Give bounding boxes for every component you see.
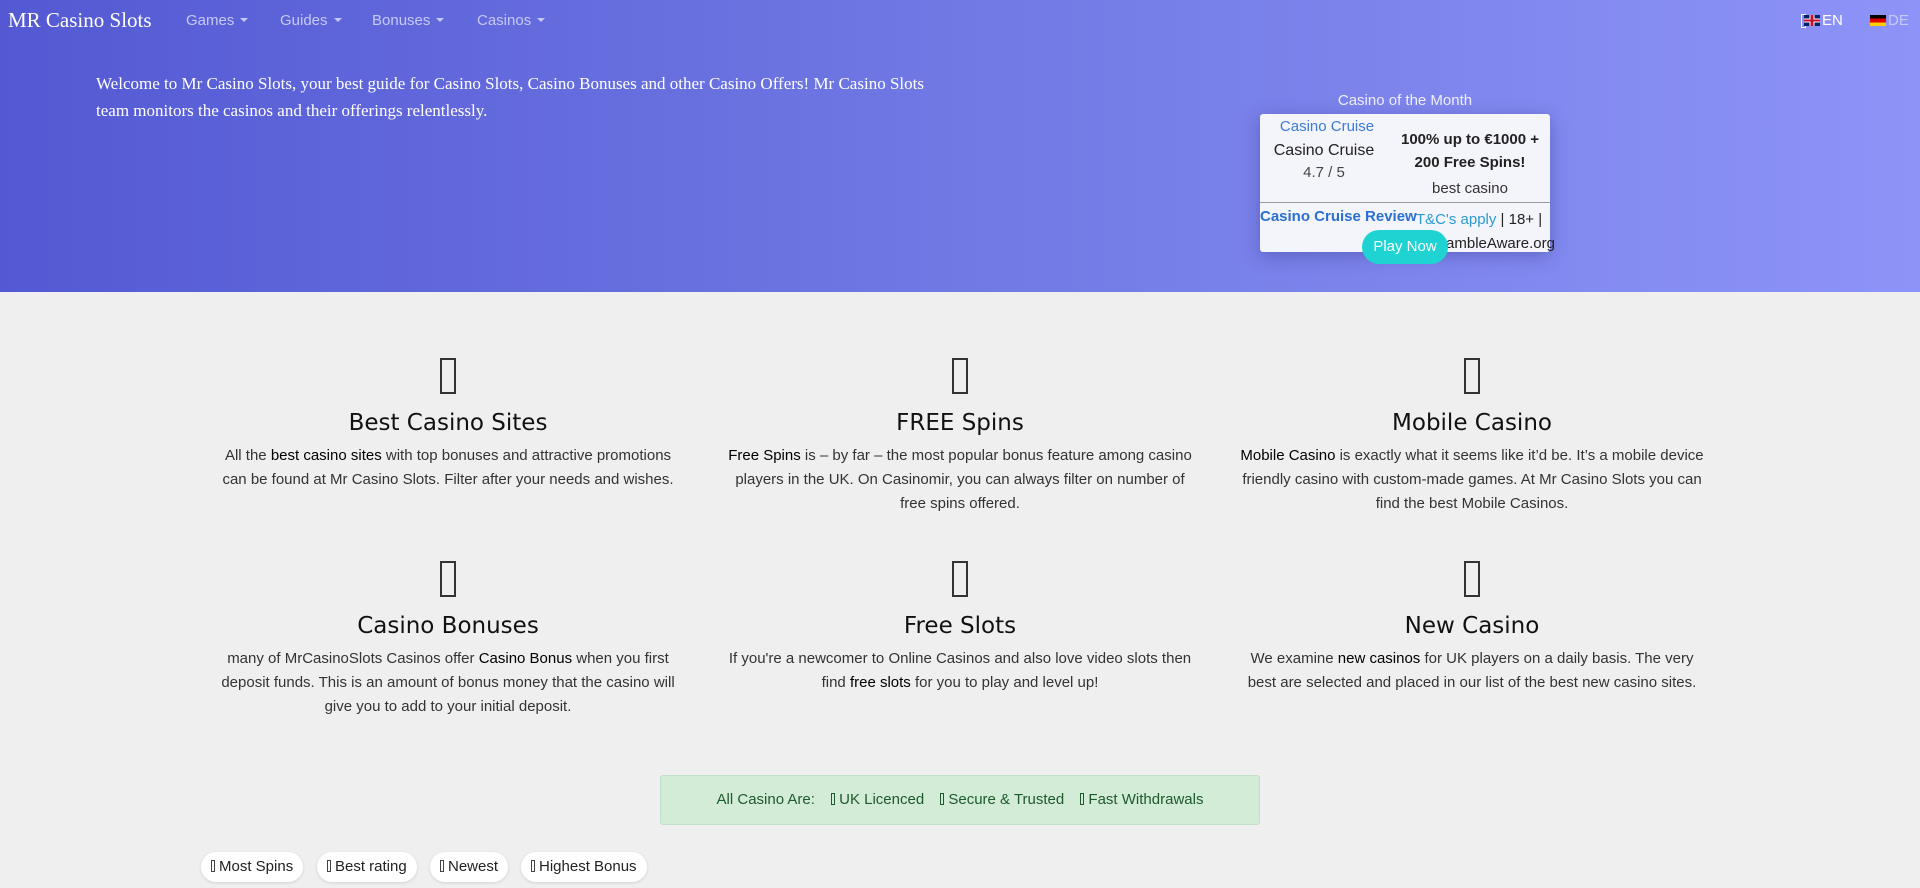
filter-label: Newest <box>448 858 499 875</box>
nav-bonuses-label: Bonuses <box>372 12 431 29</box>
welcome-text: Welcome to Mr Casino Slots, your best gu… <box>96 74 924 120</box>
nav-casinos-label: Casinos <box>477 12 532 29</box>
feature-description: many of MrCasinoSlots Casinos offer Casi… <box>213 647 683 719</box>
mobile-icon <box>1464 358 1480 394</box>
language-en-link[interactable]: EN <box>1804 12 1843 29</box>
top-navbar: MR Casino Slots Games Guides Bonuses Cas… <box>0 0 1920 44</box>
feature-link[interactable]: Free Spins <box>728 447 801 464</box>
gift-icon <box>440 561 456 597</box>
feature-description: Mobile Casino is exactly what it seems l… <box>1237 444 1707 516</box>
nav-guides-dropdown[interactable]: Guides <box>280 12 342 29</box>
hero-banner: MR Casino Slots Games Guides Bonuses Cas… <box>0 0 1920 292</box>
trust-item-uk-licenced: UK Licenced <box>831 791 924 808</box>
casino-logo-image[interactable]: Casino Cruise <box>1266 118 1388 135</box>
de-flag-icon <box>1870 15 1886 26</box>
nav-guides-label: Guides <box>280 12 328 29</box>
brand-logo[interactable]: MR Casino Slots <box>8 8 152 33</box>
terms-link[interactable]: T&C's apply <box>1416 211 1496 228</box>
filter-newest-button[interactable]: Newest <box>430 852 509 882</box>
filter-highest-bonus-button[interactable]: Highest Bonus <box>521 852 647 882</box>
feature-title: Casino Bonuses <box>357 613 539 639</box>
feature-title: New Casino <box>1404 613 1540 639</box>
language-en-label: EN <box>1822 12 1843 29</box>
feature-description: All the best casino sites with top bonus… <box>213 444 683 492</box>
feature-new-casino: New Casino We examine new casinos for UK… <box>1237 561 1707 695</box>
chevron-down-icon <box>240 18 249 22</box>
filter-label: Best rating <box>335 858 407 875</box>
trust-item-label: Secure & Trusted <box>948 791 1065 808</box>
check-icon <box>831 793 836 805</box>
chevron-down-icon <box>436 18 445 22</box>
feature-link[interactable]: free slots <box>850 674 911 691</box>
casino-chip-icon <box>440 358 456 394</box>
filter-label: Most Spins <box>219 858 294 875</box>
casino-tag: best casino <box>1432 180 1508 197</box>
feature-text: for you to play and level up! <box>910 674 1099 691</box>
feature-description: Free Spins is – by far – the most popula… <box>725 444 1195 516</box>
feature-description: If you're a newcomer to Online Casinos a… <box>725 647 1195 695</box>
feature-free-slots: Free Slots If you're a newcomer to Onlin… <box>725 561 1195 695</box>
casino-offer: 100% up to €1000 + 200 Free Spins! <box>1401 131 1539 171</box>
feature-mobile-casino: Mobile Casino Mobile Casino is exactly w… <box>1237 358 1707 516</box>
feature-casino-bonuses: Casino Bonuses many of MrCasinoSlots Cas… <box>213 561 683 719</box>
feature-free-spins: FREE Spins Free Spins is – by far – the … <box>725 358 1195 516</box>
language-de-link[interactable]: DE <box>1870 12 1909 29</box>
chevron-down-icon <box>537 18 546 22</box>
feature-text: many of MrCasinoSlots Casinos offer <box>227 650 479 667</box>
feature-title: Best Casino Sites <box>348 410 548 436</box>
spins-icon <box>211 860 215 872</box>
language-de-label: DE <box>1888 12 1909 29</box>
uk-flag-icon <box>1804 15 1820 26</box>
feature-text: We examine <box>1250 650 1338 667</box>
nav-casinos-dropdown[interactable]: Casinos <box>477 12 546 29</box>
new-star-icon <box>1464 561 1480 597</box>
casino-offer-box: 100% up to €1000 + 200 Free Spins! best … <box>1396 128 1544 197</box>
feature-link[interactable]: Casino Bonus <box>479 650 572 667</box>
feature-link[interactable]: Mobile Casino <box>1240 447 1335 464</box>
trust-label: All Casino Are: <box>716 791 815 808</box>
casino-info: Casino Cruise Casino Cruise 4.7 / 5 <box>1260 118 1388 181</box>
feature-text: All the <box>224 447 271 464</box>
star-icon <box>327 860 331 872</box>
check-icon <box>940 793 945 805</box>
play-now-button[interactable]: Play Now <box>1362 230 1448 264</box>
bonus-icon <box>531 860 535 872</box>
trust-item-secure: Secure & Trusted <box>940 791 1064 808</box>
feature-link[interactable]: best casino sites <box>271 447 382 464</box>
feature-title: Mobile Casino <box>1392 410 1552 436</box>
chevron-down-icon <box>333 18 342 22</box>
casino-rating: 4.7 / 5 <box>1303 164 1345 181</box>
slot-machine-icon <box>952 561 968 597</box>
feature-description: We examine new casinos for UK players on… <box>1237 647 1707 695</box>
clock-icon <box>440 860 444 872</box>
filter-label: Highest Bonus <box>539 858 637 875</box>
feature-best-casino-sites: Best Casino Sites All the best casino si… <box>213 358 683 492</box>
casino-review-link[interactable]: Casino Cruise Review <box>1260 208 1417 225</box>
casino-of-month-title: Casino of the Month <box>1337 92 1473 109</box>
feature-link[interactable]: new casinos <box>1338 650 1421 667</box>
trust-bar: All Casino Are: UK Licenced Secure & Tru… <box>660 775 1260 825</box>
trust-item-label: UK Licenced <box>839 791 925 808</box>
nav-games-label: Games <box>186 12 235 29</box>
nav-bonuses-dropdown[interactable]: Bonuses <box>372 12 445 29</box>
trust-item-fast-withdrawals: Fast Withdrawals <box>1080 791 1203 808</box>
check-icon <box>1080 793 1085 805</box>
filter-best-rating-button[interactable]: Best rating <box>317 852 417 882</box>
filter-most-spins-button[interactable]: Most Spins <box>201 852 304 882</box>
casino-name: Casino Cruise <box>1273 142 1375 159</box>
free-spins-icon <box>952 358 968 394</box>
card-divider <box>1260 202 1550 203</box>
trust-item-label: Fast Withdrawals <box>1088 791 1204 808</box>
feature-text: is – by far – the most popular bonus fea… <box>735 447 1192 512</box>
nav-games-dropdown[interactable]: Games <box>186 12 249 29</box>
feature-title: FREE Spins <box>896 410 1024 436</box>
feature-title: Free Slots <box>903 613 1017 639</box>
